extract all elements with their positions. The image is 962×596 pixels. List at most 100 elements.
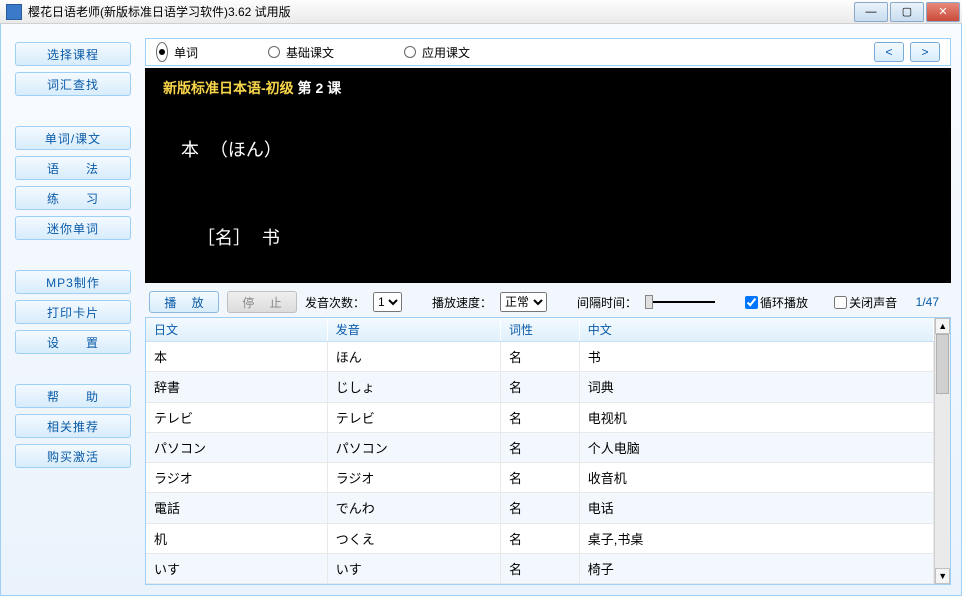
table-cell: パソコン xyxy=(327,432,500,462)
th-jp[interactable]: 日文 xyxy=(146,318,327,342)
table-cell: パソコン xyxy=(146,432,327,462)
table-cell: でんわ xyxy=(327,493,500,523)
table-cell: 名 xyxy=(501,342,580,372)
sidebar-print-card[interactable]: 打印卡片 xyxy=(15,300,131,324)
table-cell: 桌子,书桌 xyxy=(579,523,934,553)
loop-checkbox[interactable]: 循环播放 xyxy=(745,294,808,311)
close-button[interactable]: ✕ xyxy=(926,2,960,22)
table-cell: 个人电脑 xyxy=(579,432,934,462)
table-cell: いす xyxy=(146,553,327,583)
radio-word-label: 单词 xyxy=(174,44,198,61)
count-label: 发音次数： xyxy=(305,294,365,311)
table-cell: 名 xyxy=(501,493,580,523)
radio-basic-label: 基础课文 xyxy=(286,44,334,61)
count-select[interactable]: 1 xyxy=(373,292,402,312)
table-row[interactable]: 辞書じしょ名词典 xyxy=(146,372,934,402)
sidebar-select-course[interactable]: 选择课程 xyxy=(15,42,131,66)
window-title: 樱花日语老师(新版标准日语学习软件)3.62 试用版 xyxy=(28,3,854,20)
table-cell: じしょ xyxy=(327,372,500,402)
maximize-button[interactable]: ▢ xyxy=(890,2,924,22)
mute-label: 关闭声音 xyxy=(849,294,897,311)
speed-select[interactable]: 正常 xyxy=(500,292,547,312)
mode-panel: 单词 基础课文 应用课文 < > xyxy=(145,38,951,66)
table-cell: 椅子 xyxy=(579,553,934,583)
table-scrollbar[interactable]: ▲ ▼ xyxy=(934,318,950,584)
radio-dot-icon xyxy=(268,46,280,58)
table-cell: テレビ xyxy=(327,402,500,432)
minimize-button[interactable]: — xyxy=(854,2,888,22)
table-cell: つくえ xyxy=(327,523,500,553)
table-row[interactable]: 机つくえ名桌子,书桌 xyxy=(146,523,934,553)
table-cell: 辞書 xyxy=(146,372,327,402)
stop-button[interactable]: 停 止 xyxy=(227,291,297,313)
table-cell: 书 xyxy=(579,342,934,372)
sidebar: 选择课程 词汇查找 单词/课文 语 法 练 习 迷你单词 MP3制作 打印卡片 … xyxy=(1,24,141,595)
play-button[interactable]: 播 放 xyxy=(149,291,219,313)
sidebar-buy-activate[interactable]: 购买激活 xyxy=(15,444,131,468)
th-pos[interactable]: 词性 xyxy=(501,318,580,342)
sidebar-help[interactable]: 帮 助 xyxy=(15,384,131,408)
table-row[interactable]: ラジオラジオ名收音机 xyxy=(146,463,934,493)
scroll-up-icon[interactable]: ▲ xyxy=(935,318,950,334)
sidebar-practice[interactable]: 练 习 xyxy=(15,186,131,210)
scroll-down-icon[interactable]: ▼ xyxy=(935,568,950,584)
radio-dot-icon xyxy=(156,42,168,62)
vocab-table: 日文 发音 词性 中文 本ほん名书辞書じしょ名词典テレビテレビ名电视机パソコンパ… xyxy=(146,318,934,584)
word-definition: ［名］ 书 xyxy=(197,224,933,250)
sidebar-related[interactable]: 相关推荐 xyxy=(15,414,131,438)
app-icon xyxy=(6,4,22,20)
sidebar-word-text[interactable]: 单词/课文 xyxy=(15,126,131,150)
table-cell: ラジオ xyxy=(327,463,500,493)
control-row: 播 放 停 止 发音次数： 1 播放速度： 正常 间隔时间： 循环播放 关闭声音… xyxy=(145,283,951,317)
radio-word[interactable]: 单词 xyxy=(156,42,198,62)
vocab-table-wrap: 日文 发音 词性 中文 本ほん名书辞書じしょ名词典テレビテレビ名电视机パソコンパ… xyxy=(145,317,951,585)
table-cell: 名 xyxy=(501,372,580,402)
interval-slider[interactable] xyxy=(645,301,715,303)
main-area: 单词 基础课文 应用课文 < > 新版标准日本语-初级 第 2 课 本 （ほん）… xyxy=(141,24,961,595)
word-japanese: 本 （ほん） xyxy=(181,136,933,162)
scroll-thumb[interactable] xyxy=(936,334,949,394)
table-cell: 名 xyxy=(501,463,580,493)
lesson-title-book: 新版标准日本语-初级 xyxy=(163,80,294,96)
table-cell: 名 xyxy=(501,523,580,553)
th-reading[interactable]: 发音 xyxy=(327,318,500,342)
table-row[interactable]: いすいす名椅子 xyxy=(146,553,934,583)
radio-applied-text[interactable]: 应用课文 xyxy=(404,44,470,61)
table-cell: 本 xyxy=(146,342,327,372)
display-pane: 新版标准日本语-初级 第 2 课 本 （ほん） ［名］ 书 xyxy=(145,68,951,283)
table-row[interactable]: 本ほん名书 xyxy=(146,342,934,372)
lesson-title-num: 第 2 课 xyxy=(294,80,341,96)
sidebar-vocab-search[interactable]: 词汇查找 xyxy=(15,72,131,96)
mute-check-input[interactable] xyxy=(834,296,847,309)
table-cell: テレビ xyxy=(146,402,327,432)
loop-check-input[interactable] xyxy=(745,296,758,309)
sidebar-settings[interactable]: 设 置 xyxy=(15,330,131,354)
table-cell: ラジオ xyxy=(146,463,327,493)
interval-label: 间隔时间： xyxy=(577,294,637,311)
mute-checkbox[interactable]: 关闭声音 xyxy=(834,294,897,311)
table-cell: 名 xyxy=(501,553,580,583)
slider-thumb-icon xyxy=(645,295,653,309)
counter: 1/47 xyxy=(916,295,947,309)
table-cell: 名 xyxy=(501,402,580,432)
th-cn[interactable]: 中文 xyxy=(579,318,934,342)
table-row[interactable]: パソコンパソコン名个人电脑 xyxy=(146,432,934,462)
nav-buttons: < > xyxy=(874,42,940,62)
table-cell: 名 xyxy=(501,432,580,462)
sidebar-mp3[interactable]: MP3制作 xyxy=(15,270,131,294)
table-row[interactable]: 電話でんわ名电话 xyxy=(146,493,934,523)
table-row[interactable]: テレビテレビ名电视机 xyxy=(146,402,934,432)
table-cell: 机 xyxy=(146,523,327,553)
table-cell: 收音机 xyxy=(579,463,934,493)
prev-button[interactable]: < xyxy=(874,42,904,62)
next-button[interactable]: > xyxy=(910,42,940,62)
table-cell: いす xyxy=(327,553,500,583)
radio-dot-icon xyxy=(404,46,416,58)
sidebar-grammar[interactable]: 语 法 xyxy=(15,156,131,180)
loop-label: 循环播放 xyxy=(760,294,808,311)
sidebar-mini-word[interactable]: 迷你单词 xyxy=(15,216,131,240)
table-cell: 電話 xyxy=(146,493,327,523)
radio-basic-text[interactable]: 基础课文 xyxy=(268,44,334,61)
speed-label: 播放速度： xyxy=(432,294,492,311)
radio-applied-label: 应用课文 xyxy=(422,44,470,61)
